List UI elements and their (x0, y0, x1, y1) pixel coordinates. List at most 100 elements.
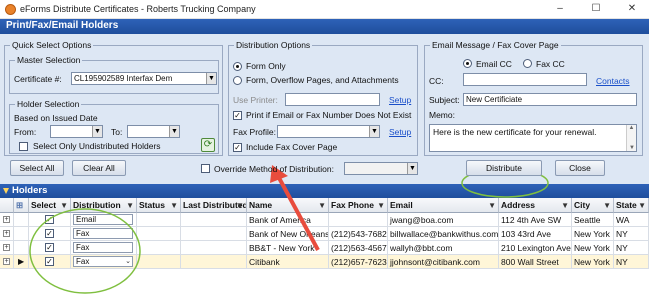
fax-profile-select[interactable]: ▼ (277, 125, 380, 138)
select-checkbox[interactable]: ✓ (45, 229, 54, 238)
form-only-radio[interactable] (233, 62, 242, 71)
override-checkbox[interactable] (201, 164, 210, 173)
name-cell: BB&T - New York (247, 241, 329, 255)
address-cell: 800 Wall Street (499, 255, 572, 269)
current-row-icon: ▶ (18, 257, 25, 266)
filter-icon[interactable]: ▼ (638, 201, 646, 210)
table-row[interactable]: + ✓ Fax Bank of New Orleans (212)543-7682 bil… (0, 227, 649, 241)
close-button[interactable]: Close (555, 160, 605, 176)
city-value: Seattle (574, 215, 601, 225)
print-if-missing-checkbox[interactable]: ✓ (233, 111, 242, 120)
table-row[interactable]: + ✓ Email Bank of America jwang@boa.com 112 4… (0, 213, 649, 227)
printer-field[interactable] (285, 93, 380, 106)
city-value: New York (574, 243, 610, 253)
row-indicator-cell[interactable] (14, 213, 29, 227)
include-cover-checkbox[interactable]: ✓ (233, 143, 242, 152)
contacts-link[interactable]: Contacts (596, 76, 630, 86)
form-overflow-label: Form, Overflow Pages, and Attachments (246, 75, 399, 85)
cc-label: CC: (429, 76, 444, 86)
select-column-header[interactable]: Select ▼ (29, 198, 71, 213)
distribution-column-header[interactable]: Distribution ▼ (71, 198, 137, 213)
select-checkbox[interactable]: ✓ (45, 243, 54, 252)
row-expander-cell[interactable]: + (0, 255, 14, 269)
filter-icon[interactable]: ▼ (603, 201, 611, 210)
table-row[interactable]: + ✓ Fax BB&T - New York (212)563-4567 wallyh@… (0, 241, 649, 255)
select-cell[interactable]: ✓ (29, 213, 71, 227)
city-cell: Seattle (572, 213, 614, 227)
select-all-button[interactable]: Select All (10, 160, 64, 176)
memo-scrollbar[interactable]: ▲ ▼ (626, 125, 636, 151)
row-indicator-cell[interactable] (14, 227, 29, 241)
distribution-cell[interactable]: Fax ⌄ (71, 255, 137, 269)
select-cell[interactable]: ✓ (29, 241, 71, 255)
override-method-select[interactable]: ▼ (344, 162, 418, 175)
name-value: Citibank (249, 257, 280, 267)
certificate-select[interactable]: CL195902589 Interfax Dem ▼ (71, 72, 217, 85)
filter-icon[interactable]: ▼ (170, 201, 178, 210)
filter-icon[interactable]: ▼ (488, 201, 496, 210)
distribution-cell[interactable]: Fax (71, 241, 137, 255)
minimize-button[interactable]: – (546, 1, 574, 17)
email-column-header[interactable]: Email ▼ (388, 198, 499, 213)
select-checkbox[interactable]: ✓ (45, 257, 54, 266)
distribution-select[interactable]: Fax (73, 242, 133, 253)
row-indicator-cell[interactable] (14, 241, 29, 255)
city-cell: New York (572, 227, 614, 241)
close-window-button[interactable]: ✕ (618, 1, 646, 17)
address-column-header[interactable]: Address ▼ (499, 198, 572, 213)
expand-icon[interactable]: + (3, 216, 10, 223)
fax-phone-value: (212)563-4567 (331, 243, 387, 253)
form-overflow-radio[interactable] (233, 76, 242, 85)
filter-icon[interactable]: ▼ (236, 201, 244, 210)
select-cell[interactable]: ✓ (29, 255, 71, 269)
filter-icon[interactable]: ▼ (318, 201, 326, 210)
refresh-icon[interactable]: ⟳ (201, 138, 215, 152)
distribution-cell[interactable]: Email (71, 213, 137, 227)
column-chooser-icon[interactable]: ⊞ (14, 198, 29, 213)
printer-setup-link[interactable]: Setup (389, 95, 411, 105)
filter-icon[interactable] (3, 188, 9, 194)
name-column-header[interactable]: Name ▼ (247, 198, 329, 213)
expand-icon[interactable]: + (3, 258, 10, 265)
email-cc-radio[interactable] (463, 59, 472, 68)
to-date-field[interactable]: ▼ (127, 125, 180, 138)
cc-field[interactable] (463, 73, 587, 86)
filter-icon[interactable]: ▼ (561, 201, 569, 210)
status-column-header[interactable]: Status ▼ (137, 198, 181, 213)
distribution-select[interactable]: Email (73, 214, 133, 225)
fax-cc-radio[interactable] (523, 59, 532, 68)
address-value: 800 Wall Street (501, 257, 559, 267)
distribute-button[interactable]: Distribute (466, 160, 542, 176)
city-column-header[interactable]: City ▼ (572, 198, 614, 213)
subject-field[interactable]: New Certificiate (463, 93, 637, 106)
address-cell: 210 Lexington Ave (499, 241, 572, 255)
maximize-button[interactable]: ☐ (582, 1, 610, 17)
filter-icon[interactable]: ▼ (377, 201, 385, 210)
from-date-field[interactable]: ▼ (50, 125, 103, 138)
include-cover-label: Include Fax Cover Page (246, 142, 338, 152)
expand-icon[interactable]: + (3, 244, 10, 251)
fax-setup-link[interactable]: Setup (389, 127, 411, 137)
expand-icon[interactable]: + (3, 230, 10, 237)
fax-phone-column-header[interactable]: Fax Phone ▼ (329, 198, 388, 213)
fax-phone-cell (329, 213, 388, 227)
select-cell[interactable]: ✓ (29, 227, 71, 241)
row-expander-cell[interactable]: + (0, 241, 14, 255)
distribution-select[interactable]: Fax ⌄ (73, 256, 133, 267)
row-expander-cell[interactable]: + (0, 213, 14, 227)
filter-icon[interactable]: ▼ (126, 201, 134, 210)
select-checkbox[interactable]: ✓ (45, 215, 54, 224)
row-indicator-cell[interactable]: ▶ (14, 255, 29, 269)
row-expander-cell[interactable]: + (0, 227, 14, 241)
distribution-select[interactable]: Fax (73, 228, 133, 239)
distribution-cell[interactable]: Fax (71, 227, 137, 241)
filter-icon[interactable]: ▼ (60, 201, 68, 210)
last-distributed-cell (181, 241, 247, 255)
undistributed-checkbox[interactable] (19, 142, 28, 151)
last-distributed-column-header[interactable]: Last Distributed ▼ (181, 198, 247, 213)
clear-all-button[interactable]: Clear All (72, 160, 126, 176)
table-row[interactable]: + ▶ ✓ Fax ⌄ Citibank (212)657-7623 jjohnsont@ci… (0, 255, 649, 269)
state-column-header[interactable]: State ▼ (614, 198, 649, 213)
distribution-header-label: Distribution (73, 200, 121, 210)
memo-textarea[interactable]: Here is the new certificate for your ren… (429, 124, 637, 152)
